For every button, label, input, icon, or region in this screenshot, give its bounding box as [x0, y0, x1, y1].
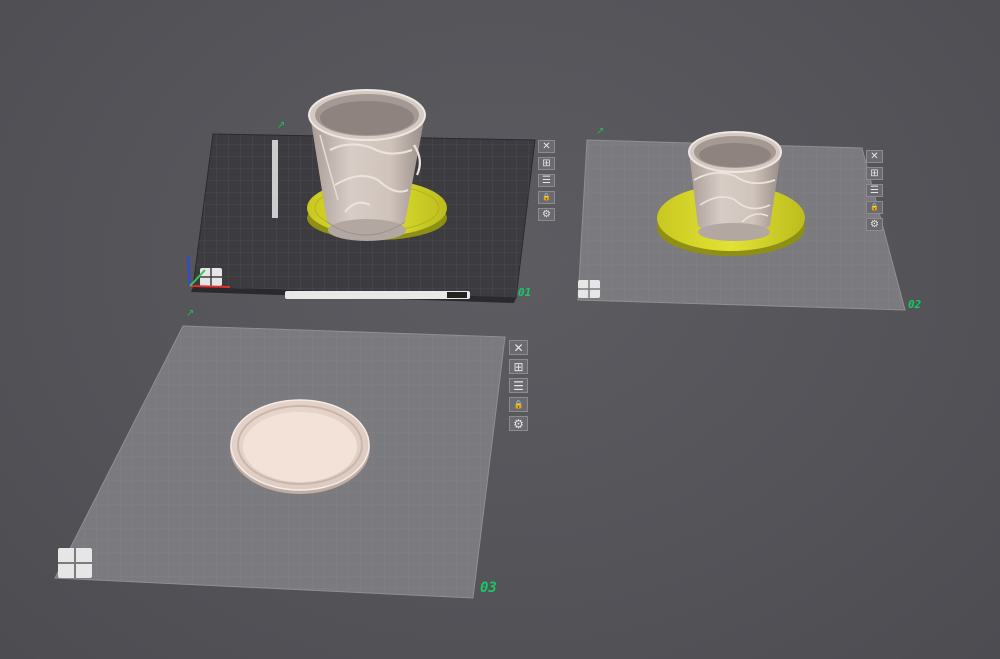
- plate-2-close-button[interactable]: ✕: [866, 150, 883, 163]
- plate-1[interactable]: [187, 89, 536, 303]
- lock-icon: 🔒: [513, 399, 524, 409]
- plate-2-settings-button[interactable]: ☰: [866, 184, 883, 197]
- plate-1-side-label: [272, 140, 278, 218]
- plate-3-corner-icon: [58, 548, 92, 578]
- gear-icon: ⚙: [870, 218, 879, 230]
- plate-2-lock-button[interactable]: 🔒: [866, 201, 883, 214]
- plate-1-lock-button[interactable]: 🔒: [538, 191, 555, 204]
- 3d-viewport[interactable]: ↗ ↗ ↗ 01 02 03 ✕ ⊞ ☰ 🔒 ⚙ ✕ ⊞ ☰ 🔒 ⚙ ✕ ⊞ ☰…: [0, 0, 1000, 659]
- plate-2-toolbar: ✕ ⊞ ☰ 🔒 ⚙: [866, 150, 883, 231]
- gear-icon: ⚙: [542, 208, 551, 220]
- plate-1-number: 01: [518, 286, 532, 299]
- plate-2-gear-button[interactable]: ⚙: [866, 218, 883, 231]
- plate-3-saucer[interactable]: [230, 399, 370, 494]
- close-icon: ✕: [870, 150, 879, 162]
- plate-2-number: 02: [908, 298, 922, 311]
- settings-icon: ☰: [542, 174, 551, 186]
- close-icon: ✕: [513, 340, 524, 355]
- lock-icon: 🔒: [870, 203, 879, 211]
- plate-3-gear-button[interactable]: ⚙: [509, 416, 528, 431]
- plate-2-cup[interactable]: [688, 131, 782, 241]
- plate-3-arrange-button[interactable]: ⊞: [509, 359, 528, 374]
- settings-icon: ☰: [870, 184, 879, 196]
- plate-3-settings-button[interactable]: ☰: [509, 378, 528, 393]
- settings-icon: ☰: [513, 378, 524, 393]
- plate-3-toolbar: ✕ ⊞ ☰ 🔒 ⚙: [509, 340, 528, 431]
- arrange-icon: ⊞: [870, 167, 879, 179]
- close-icon: ✕: [542, 140, 551, 152]
- arrange-icon: ⊞: [513, 359, 524, 374]
- lock-icon: 🔒: [542, 193, 551, 201]
- plate-1-label-strip: [285, 291, 470, 299]
- plate-1-label-logo: [447, 292, 467, 298]
- plate-3-number: 03: [480, 580, 497, 596]
- plate-2-arrange-button[interactable]: ⊞: [866, 167, 883, 180]
- plate-1-toolbar: ✕ ⊞ ☰ 🔒 ⚙: [538, 140, 555, 221]
- plate-1-arrange-button[interactable]: ⊞: [538, 157, 555, 170]
- scene-canvas[interactable]: [0, 0, 1000, 659]
- plate-3[interactable]: [54, 325, 506, 599]
- plate-1-close-button[interactable]: ✕: [538, 140, 555, 153]
- arrange-icon: ⊞: [542, 157, 551, 169]
- plate-1-settings-button[interactable]: ☰: [538, 174, 555, 187]
- plate-3-lock-button[interactable]: 🔒: [509, 397, 528, 412]
- gear-icon: ⚙: [513, 416, 524, 431]
- plate-2-corner-icon: [578, 280, 600, 298]
- plate-1-gear-button[interactable]: ⚙: [538, 208, 555, 221]
- plate-2[interactable]: [577, 131, 906, 311]
- plate-2-edge-marker: ↗: [596, 126, 605, 137]
- plate-3-close-button[interactable]: ✕: [509, 340, 528, 355]
- plate-3-edge-marker: ↗: [186, 308, 195, 319]
- plate-1-edge-marker: ↗: [277, 120, 286, 131]
